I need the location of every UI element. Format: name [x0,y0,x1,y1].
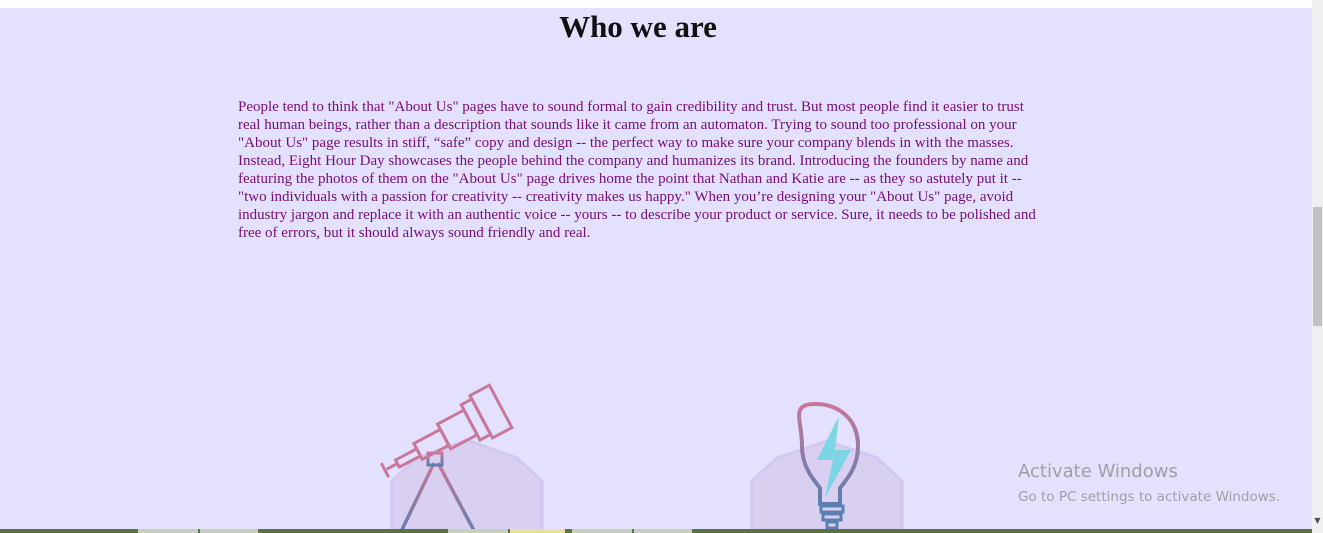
section-title: Who we are [559,9,717,44]
taskbar-item[interactable] [200,529,258,533]
scroll-down-arrow-icon[interactable]: ▼ [1313,516,1322,526]
windows-activation-watermark: Activate Windows Go to PC settings to ac… [1018,461,1281,506]
taskbar-item[interactable] [448,529,508,533]
about-section: Who we are People tend to think that "Ab… [0,8,1312,533]
watermark-title: Activate Windows [1018,461,1178,482]
browser-viewport: Who we are People tend to think that "Ab… [0,0,1323,533]
scrollbar-thumb[interactable] [1313,207,1322,326]
taskbar-item[interactable] [572,529,632,533]
taskbar-item-active[interactable] [510,529,565,533]
taskbar-item[interactable] [138,529,198,533]
top-strip [0,0,1312,8]
watermark-subtitle: Go to PC settings to activate Windows. [1018,489,1281,505]
taskbar-item[interactable] [634,529,692,533]
about-paragraph: People tend to think that "About Us" pag… [238,99,1036,241]
telescope-icon [379,383,544,533]
lightbulb-icon [750,401,904,533]
